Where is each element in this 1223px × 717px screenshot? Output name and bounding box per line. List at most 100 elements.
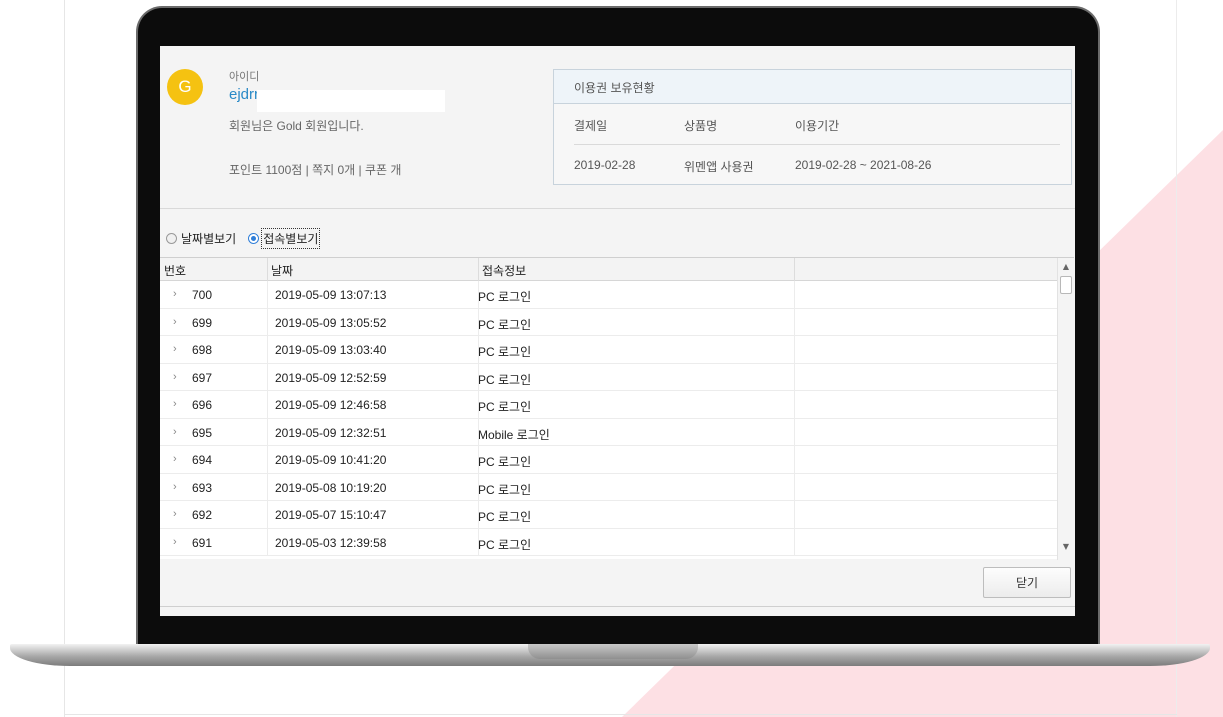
- ticket-panel-title: 이용권 보유현황: [554, 70, 1071, 104]
- row-number: 693: [192, 480, 213, 495]
- row-access-info: Mobile 로그인: [478, 427, 550, 442]
- row-divider: [794, 308, 795, 336]
- ticket-header-product: 상품명: [684, 119, 718, 133]
- expand-chevron-icon[interactable]: ›: [173, 398, 177, 410]
- row-date: 2019-05-09 12:46:58: [275, 398, 387, 412]
- row-divider: [267, 473, 268, 501]
- row-access-info: PC 로그인: [478, 345, 532, 359]
- row-number: 700: [192, 288, 213, 302]
- row-number: 697: [192, 370, 213, 385]
- table-row[interactable]: › 691 2019-05-03 12:39:58 PC 로그인: [160, 528, 1074, 556]
- expand-chevron-icon[interactable]: ›: [173, 453, 177, 465]
- view-by-date-label[interactable]: 날짜별보기: [181, 230, 236, 247]
- row-date: 2019-05-03 12:39:58: [275, 535, 387, 550]
- grid-body: › 700 2019-05-09 13:07:13 PC 로그인 › 699 2…: [160, 281, 1074, 556]
- expand-chevron-icon[interactable]: ›: [173, 316, 177, 328]
- member-grade-text: 회원님은 Gold 회원입니다.: [229, 119, 364, 133]
- laptop-notch: [528, 644, 698, 659]
- row-access-info: PC 로그인: [478, 290, 532, 304]
- row-number: 698: [192, 343, 213, 357]
- row-date: 2019-05-07 15:10:47: [275, 508, 387, 522]
- row-divider: [267, 528, 268, 556]
- table-row[interactable]: › 695 2019-05-09 12:32:51 Mobile 로그인: [160, 418, 1074, 446]
- view-by-date-radio[interactable]: [166, 232, 177, 244]
- row-access-info: PC 로그인: [478, 482, 532, 497]
- expand-chevron-icon[interactable]: ›: [173, 343, 177, 355]
- frame-line-left: [64, 0, 65, 717]
- section-divider: [160, 208, 1075, 209]
- table-row[interactable]: › 692 2019-05-07 15:10:47 PC 로그인: [160, 501, 1074, 529]
- row-divider: [267, 363, 268, 391]
- member-stats-text: 포인트 1100점 | 쪽지 0개 | 쿠폰 개: [229, 163, 402, 177]
- ticket-header-row: 결제일 상품명 이용기간: [554, 104, 1071, 144]
- table-row[interactable]: › 694 2019-05-09 10:41:20 PC 로그인: [160, 446, 1074, 474]
- scroll-down-icon[interactable]: ▼: [1058, 540, 1074, 554]
- row-divider: [794, 501, 795, 528]
- row-date: 2019-05-09 10:41:20: [275, 453, 387, 467]
- grid-header-divider: [267, 258, 268, 281]
- row-number: 699: [192, 315, 213, 330]
- table-row[interactable]: › 693 2019-05-08 10:19:20 PC 로그인: [160, 473, 1074, 501]
- row-access-info: PC 로그인: [478, 372, 532, 387]
- id-mask: [257, 90, 445, 112]
- row-number: 694: [192, 453, 213, 467]
- ticket-product-name: 위멘앱 사용권: [684, 160, 754, 174]
- ticket-header-date: 결제일: [574, 119, 608, 133]
- scroll-up-icon[interactable]: ▲: [1058, 260, 1074, 274]
- grid-scrollbar[interactable]: ▲ ▼: [1057, 258, 1074, 560]
- ticket-usage-period: 2019-02-28 ~ 2021-08-26: [795, 158, 932, 172]
- table-row[interactable]: › 697 2019-05-09 12:52:59 PC 로그인: [160, 363, 1074, 391]
- view-mode-radio-group: 날짜별보기 접속별보기: [166, 227, 330, 249]
- expand-chevron-icon[interactable]: ›: [173, 536, 177, 548]
- table-row[interactable]: › 699 2019-05-09 13:05:52 PC 로그인: [160, 308, 1074, 336]
- id-value: ejdrr: [229, 86, 260, 103]
- row-number: 695: [192, 425, 213, 440]
- scroll-thumb[interactable]: [1060, 276, 1072, 294]
- grid-header-access-info[interactable]: 접속정보: [482, 262, 526, 279]
- grid-header-date[interactable]: 날짜: [271, 262, 293, 279]
- row-divider: [267, 336, 268, 363]
- grid-header-number[interactable]: 번호: [164, 262, 186, 279]
- footer-divider: [160, 606, 1075, 607]
- frame-line-bottom: [64, 714, 1177, 715]
- expand-chevron-icon[interactable]: ›: [173, 426, 177, 438]
- row-divider: [794, 528, 795, 556]
- table-row[interactable]: › 700 2019-05-09 13:07:13 PC 로그인: [160, 281, 1074, 309]
- row-date: 2019-05-09 13:05:52: [275, 315, 387, 330]
- expand-chevron-icon[interactable]: ›: [173, 481, 177, 493]
- view-by-access-radio[interactable]: [248, 232, 260, 244]
- row-number: 692: [192, 508, 213, 522]
- row-date: 2019-05-09 12:32:51: [275, 425, 387, 440]
- row-divider: [794, 363, 795, 391]
- row-divider: [267, 418, 268, 446]
- row-access-info: PC 로그인: [478, 455, 532, 469]
- row-divider: [794, 336, 795, 363]
- row-divider: [267, 281, 268, 308]
- row-access-info: PC 로그인: [478, 510, 532, 524]
- row-number: 691: [192, 535, 213, 550]
- row-divider: [794, 418, 795, 446]
- row-divider: [267, 308, 268, 336]
- row-access-info: PC 로그인: [478, 317, 532, 332]
- access-log-grid: 번호 날짜 접속정보 › 700 2019-05-09 13:07:13 PC …: [160, 257, 1074, 560]
- row-divider: [794, 473, 795, 501]
- expand-chevron-icon[interactable]: ›: [173, 288, 177, 300]
- row-divider: [267, 501, 268, 528]
- laptop-screen: G 아이디 ejdrr 회원님은 Gold 회원입니다. 포인트 1100점 |…: [160, 46, 1075, 616]
- row-date: 2019-05-09 13:03:40: [275, 343, 387, 357]
- id-label: 아이디: [229, 71, 260, 83]
- account-window: G 아이디 ejdrr 회원님은 Gold 회원입니다. 포인트 1100점 |…: [160, 46, 1075, 616]
- expand-chevron-icon[interactable]: ›: [173, 508, 177, 520]
- view-by-access-label[interactable]: 접속별보기: [261, 227, 321, 249]
- row-divider: [267, 391, 268, 418]
- table-row[interactable]: › 698 2019-05-09 13:03:40 PC 로그인: [160, 336, 1074, 364]
- row-divider: [267, 446, 268, 473]
- close-button[interactable]: 닫기: [983, 567, 1071, 598]
- row-date: 2019-05-08 10:19:20: [275, 480, 387, 495]
- grid-header-row: 번호 날짜 접속정보: [160, 258, 1074, 281]
- expand-chevron-icon[interactable]: ›: [173, 371, 177, 383]
- row-divider: [794, 391, 795, 418]
- frame-line-right: [1176, 0, 1177, 717]
- ticket-status-panel: 이용권 보유현황 결제일 상품명 이용기간 2019-02-28 위멘앱 사용권…: [553, 69, 1072, 185]
- table-row[interactable]: › 696 2019-05-09 12:46:58 PC 로그인: [160, 391, 1074, 419]
